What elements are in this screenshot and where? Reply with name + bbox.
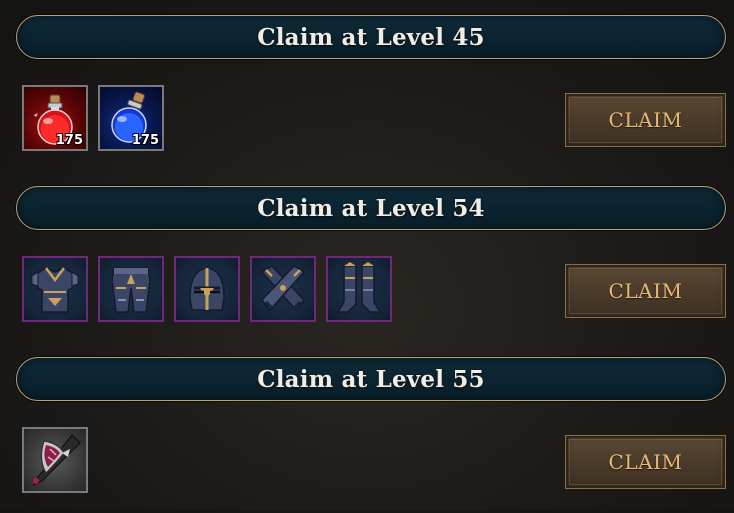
claim-button-label: CLAIM xyxy=(608,279,683,303)
reward-slot[interactable] xyxy=(22,256,88,322)
reward-slot[interactable] xyxy=(326,256,392,322)
reward-tier-level-55: Claim at Level 55 CLAIM xyxy=(0,342,734,513)
leg-armor-icon xyxy=(111,267,151,313)
helmet-icon xyxy=(189,267,225,311)
gauntlets-icon xyxy=(260,265,306,312)
claim-button[interactable]: CLAIM xyxy=(565,264,726,318)
battle-axe-icon xyxy=(32,434,81,487)
chest-armor-icon xyxy=(31,267,79,313)
reward-tier-level-45: Claim at Level 45 175 175 CLAIM xyxy=(0,0,734,171)
reward-list xyxy=(22,256,392,322)
tier-header: Claim at Level 55 xyxy=(16,357,726,401)
reward-slot[interactable] xyxy=(250,256,316,322)
tier-header: Claim at Level 54 xyxy=(16,186,726,230)
reward-slot[interactable] xyxy=(174,256,240,322)
tier-title: Claim at Level 55 xyxy=(257,365,485,393)
reward-list: 175 175 xyxy=(22,85,164,151)
reward-slot[interactable] xyxy=(98,256,164,322)
reward-slot[interactable] xyxy=(22,427,88,493)
tier-title: Claim at Level 45 xyxy=(257,23,485,51)
claim-button-label: CLAIM xyxy=(608,108,683,132)
reward-list xyxy=(22,427,88,493)
item-quantity: 175 xyxy=(131,133,159,148)
reward-slot[interactable]: 175 xyxy=(22,85,88,151)
claim-button[interactable]: CLAIM xyxy=(565,93,726,147)
item-quantity: 175 xyxy=(55,133,83,148)
reward-tier-level-54: Claim at Level 54 CLAIM xyxy=(0,171,734,342)
boots-icon xyxy=(336,262,382,313)
tier-title: Claim at Level 54 xyxy=(257,194,485,222)
reward-slot[interactable]: 175 xyxy=(98,85,164,151)
claim-button[interactable]: CLAIM xyxy=(565,435,726,489)
claim-button-label: CLAIM xyxy=(608,450,683,474)
tier-header: Claim at Level 45 xyxy=(16,15,726,59)
